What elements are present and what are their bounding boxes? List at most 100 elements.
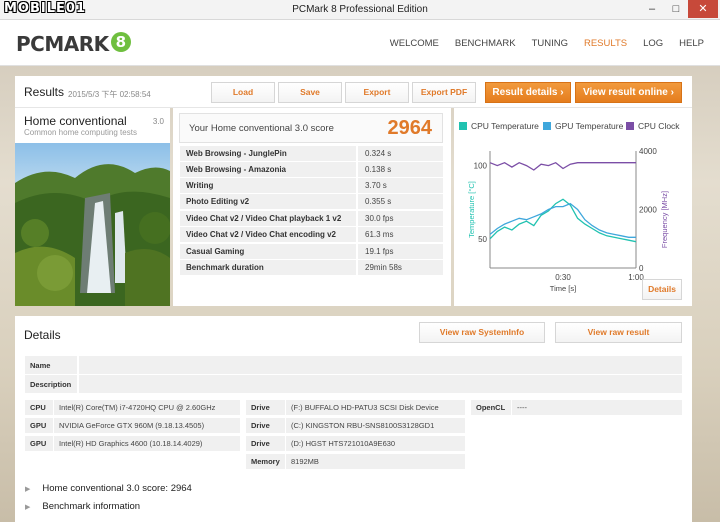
gpu-label: GPU — [25, 418, 53, 433]
waterfall-landscape-image — [15, 143, 170, 306]
chevron-right-icon: › — [560, 87, 564, 98]
series-line-cpu-temperature — [489, 198, 637, 243]
view-raw-result-button[interactable]: View raw result — [555, 322, 682, 343]
export-button[interactable]: Export — [345, 82, 409, 103]
result-name: Web Browsing - Amazonia — [180, 162, 356, 177]
result-details-button[interactable]: Result details › — [485, 82, 571, 103]
result-value: 0.138 s — [358, 162, 443, 177]
view-online-button[interactable]: View result online › — [575, 82, 682, 103]
drive-value: (F:) BUFFALO HD-PATU3 SCSI Disk Device — [286, 400, 465, 415]
window-titlebar: MOBILE01 PCMark 8 Professional Edition –… — [0, 0, 720, 20]
gpu-value: NVIDIA GeForce GTX 960M (9.18.13.4505) — [54, 418, 240, 433]
y2-tick-label: 2000 — [639, 206, 657, 215]
score-value: 2964 — [387, 117, 433, 139]
score-box: Your Home conventional 3.0 score 2964 — [179, 113, 443, 143]
result-value: 61.3 ms — [358, 227, 443, 242]
nav-welcome[interactable]: WELCOME — [390, 38, 439, 49]
pcmark-logo: PCMARK 8 — [16, 32, 131, 56]
test-card: Home conventional 3.0 Common home comput… — [15, 108, 170, 306]
nav-log[interactable]: LOG — [643, 38, 663, 49]
drive-value: (D:) HGST HTS721010A9E630 — [286, 436, 465, 451]
benchmark-info-expander[interactable]: ▶ Benchmark information — [25, 501, 140, 512]
drive-value: (C:) KINGSTON RBU-SNS8100S3128GD1 — [286, 418, 465, 433]
result-name: Web Browsing - JunglePin — [180, 146, 356, 161]
result-name: Photo Editing v2 — [180, 194, 356, 209]
chart-details-button[interactable]: Details — [642, 279, 682, 300]
x-tick-label: 0:30 — [555, 273, 571, 282]
test-version: 3.0 — [152, 117, 164, 126]
gpu-label: GPU — [25, 436, 53, 451]
result-details-label: Result details — [492, 87, 558, 98]
y2-axis-label: Frequency [MHz] — [660, 191, 669, 248]
result-row: Web Browsing - JunglePin 0.324 s — [180, 146, 443, 161]
export-pdf-button[interactable]: Export PDF — [412, 82, 476, 103]
expand-arrow-icon: ▶ — [25, 504, 31, 511]
y2-tick-label: 0 — [639, 264, 644, 273]
nav-benchmark[interactable]: BENCHMARK — [455, 38, 516, 49]
result-value: 0.324 s — [358, 146, 443, 161]
result-name: Casual Gaming — [180, 244, 356, 259]
nav-tuning[interactable]: TUNING — [532, 38, 568, 49]
drive-label: Drive — [246, 436, 285, 451]
score-expander[interactable]: ▶ Home conventional 3.0 score: 2964 — [25, 483, 192, 494]
close-button[interactable]: ✕ — [688, 0, 718, 18]
result-value: 30.0 fps — [358, 211, 443, 226]
benchmark-info-label: Benchmark information — [42, 501, 141, 512]
logo-text: PCMARK — [16, 32, 109, 56]
app-header: PCMARK 8 WELCOME BENCHMARK TUNING RESULTS… — [0, 20, 720, 66]
result-row: Video Chat v2 / Video Chat playback 1 v2… — [180, 211, 443, 226]
result-name: Video Chat v2 / Video Chat playback 1 v2 — [180, 211, 356, 226]
drive-label: Drive — [246, 418, 285, 433]
result-value: 3.70 s — [358, 178, 443, 193]
result-name: Benchmark duration — [180, 260, 356, 275]
opencl-label: OpenCL — [471, 400, 511, 415]
view-online-label: View result online — [583, 87, 668, 98]
maximize-button[interactable]: □ — [664, 0, 688, 18]
series-line-gpu-temperature — [489, 202, 636, 238]
cpu-label: CPU — [25, 400, 53, 415]
opencl-value: ---- — [512, 400, 682, 415]
series-line-cpu-clock — [489, 161, 636, 171]
description-value — [79, 375, 682, 393]
results-date: 2015/5/3 下午 02:58:54 — [68, 90, 151, 99]
minimize-button[interactable]: – — [640, 0, 664, 18]
score-panel: Your Home conventional 3.0 score 2964 We… — [173, 108, 451, 306]
result-row: Web Browsing - Amazonia 0.138 s — [180, 162, 443, 177]
score-expander-label: Home conventional 3.0 score: 2964 — [42, 483, 192, 494]
result-value: 0.355 s — [358, 194, 443, 209]
test-name: Home conventional — [24, 114, 127, 128]
y-axis-label: Temperature [°C] — [467, 181, 476, 238]
load-button[interactable]: Load — [211, 82, 275, 103]
result-name: Video Chat v2 / Video Chat encoding v2 — [180, 227, 356, 242]
y-tick-label: 100 — [474, 162, 488, 171]
result-value: 19.1 fps — [358, 244, 443, 259]
view-raw-systeminfo-button[interactable]: View raw SystemInfo — [419, 322, 545, 343]
result-value: 29min 58s — [358, 260, 443, 275]
result-row: Video Chat v2 / Video Chat encoding v2 61… — [180, 227, 443, 242]
nav-help[interactable]: HELP — [679, 38, 704, 49]
gpu-value: Intel(R) HD Graphics 4600 (10.18.14.4029… — [54, 436, 240, 451]
results-title: Results — [24, 85, 65, 99]
y-tick-label: 50 — [478, 235, 487, 244]
details-title: Details — [24, 328, 61, 342]
test-subtitle: Common home computing tests — [24, 128, 137, 137]
details-panel: Details View raw SystemInfo View raw res… — [15, 316, 692, 522]
description-label: Description — [25, 375, 77, 393]
main-nav: WELCOME BENCHMARK TUNING RESULTS LOG HEL… — [390, 38, 720, 49]
name-label: Name — [25, 356, 77, 374]
y2-tick-label: 4000 — [639, 147, 657, 156]
result-row: Benchmark duration 29min 58s — [180, 260, 443, 275]
window-title: PCMark 8 Professional Edition — [292, 4, 428, 15]
chevron-right-icon: › — [670, 87, 674, 98]
monitoring-chart-card: CPU Temperature GPU Temperature CPU Cloc… — [454, 108, 692, 306]
results-toolbar: Results 2015/5/3 下午 02:58:54 Load Save E… — [15, 76, 692, 108]
memory-label: Memory — [246, 454, 285, 469]
test-image — [15, 143, 170, 306]
cpu-value: Intel(R) Core(TM) i7-4720HQ CPU @ 2.60GH… — [54, 400, 240, 415]
drive-label: Drive — [246, 400, 285, 415]
nav-results[interactable]: RESULTS — [584, 38, 627, 49]
logo-badge: 8 — [110, 32, 131, 52]
expand-arrow-icon: ▶ — [25, 486, 31, 493]
x-axis-label: Time [s] — [550, 284, 576, 293]
save-button[interactable]: Save — [278, 82, 342, 103]
